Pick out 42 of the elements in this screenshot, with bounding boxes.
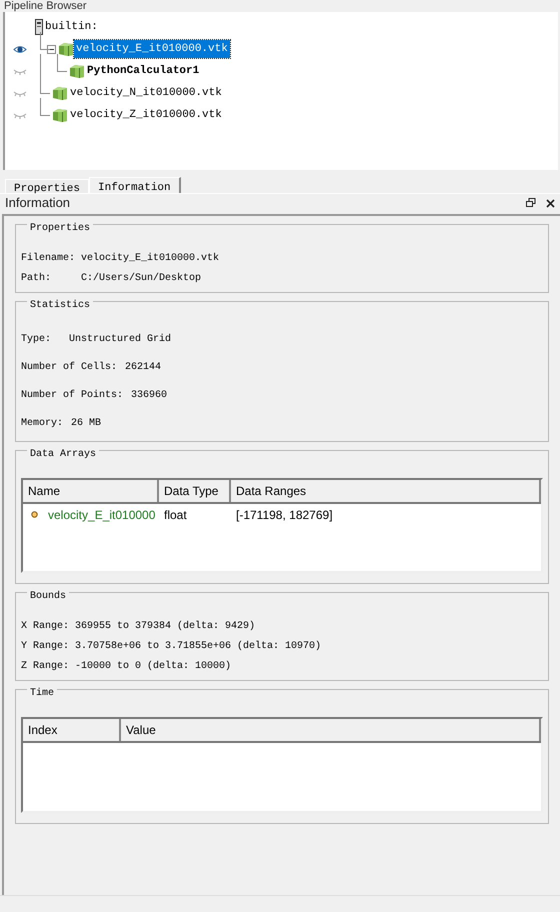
column-header[interactable]: Data Type [159,480,231,502]
field-value: 262144 [125,360,162,374]
tab[interactable]: Properties [5,179,90,193]
array-name: velocity_E_it010000 [48,506,156,524]
column-header[interactable]: Value [121,719,541,741]
cube-icon [52,108,68,122]
table-cell-text: float [163,506,188,524]
column-header[interactable]: Data Ranges [231,480,541,502]
column-header[interactable]: Name [23,480,159,502]
bounds-line: X Range: 369955 to 379384 (delta: 9429) [21,620,256,634]
server-icon [35,19,43,35]
close-icon[interactable] [546,198,555,208]
tree-item[interactable]: velocity_Z_it010000.vtk [68,106,224,124]
bounds-line: Y Range: 3.70758e+06 to 3.71855e+06 (delta: 10970) [21,640,322,654]
field-label: Filename: [21,252,76,266]
float-icon[interactable] [526,198,536,208]
field-label: Number of Cells: [21,360,118,374]
cube-icon [58,42,74,56]
field-value: velocity_E_it010000.vtk [81,252,220,266]
tab[interactable]: Information [89,177,181,193]
panel-title: Pipeline Browser [3,0,88,12]
field-value: 336960 [131,388,168,402]
field-label: Memory: [21,416,64,430]
point-data-icon [31,511,38,518]
field-label: Number of Points: [21,388,124,402]
tree-item[interactable]: PythonCalculator1 [85,62,202,80]
bounds-line: Z Range: -10000 to 0 (delta: 10000) [21,660,232,674]
table-cell-text: [-171198, 182769] [235,506,334,524]
column-header[interactable]: Index [23,719,121,741]
pipeline-tree[interactable]: builtin: velocity_E_it010000.vtk PythonCalculator1 velocity_N_it010000.vtk velocity_Z_it010000.vtk [3,12,558,170]
field-value: 26 MB [71,416,102,430]
collapse-toggle[interactable] [47,44,56,54]
field-value: C:/Users/Sun/Desktop [81,272,202,286]
field-label: Path: [21,272,52,286]
field-value: Unstructured Grid [69,332,172,346]
tree-item[interactable]: velocity_E_it010000.vtk [74,40,230,58]
tree-item[interactable]: velocity_N_it010000.vtk [68,84,224,102]
field-label: Type: [21,332,52,346]
cube-icon [52,86,68,100]
tree-item[interactable]: builtin: [43,18,100,36]
cube-icon [69,64,85,78]
panel-title: Information [5,194,72,212]
